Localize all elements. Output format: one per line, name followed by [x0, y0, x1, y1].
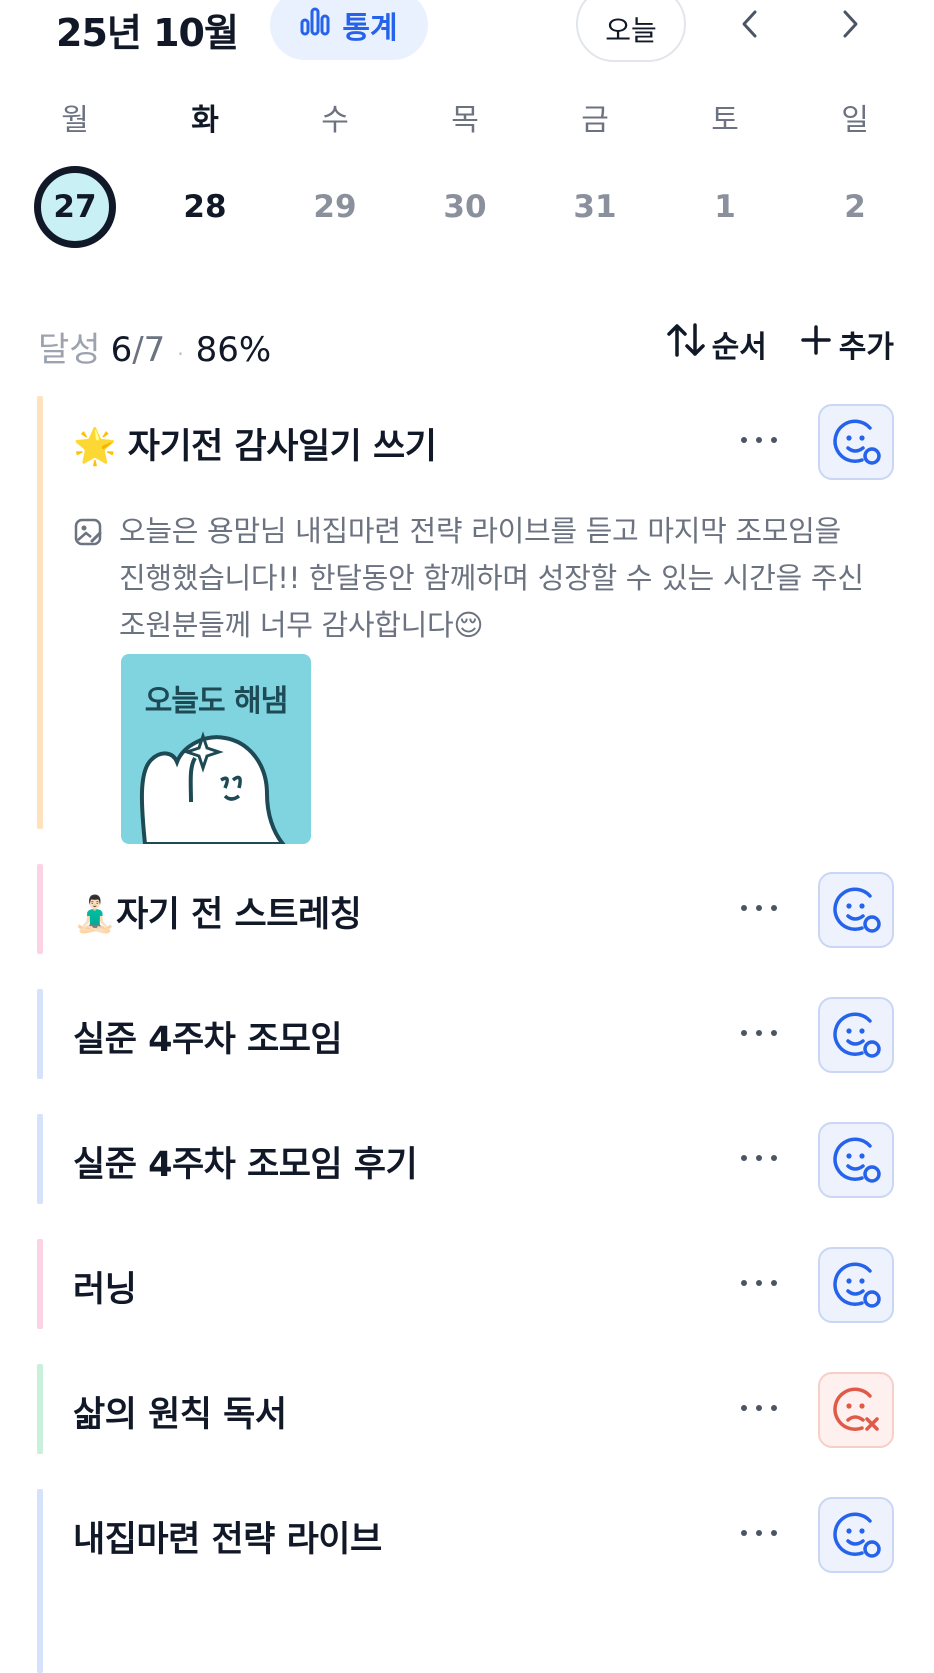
habit-title: 실준 4주차 조모임 후기: [73, 1145, 418, 1185]
list-toolbar: 순서 추가: [666, 322, 894, 366]
chart-bar-icon: [300, 6, 330, 44]
more-button[interactable]: [741, 1148, 791, 1168]
habit-item[interactable]: 🌟 자기전 감사일기 쓰기 오늘은 용맘님 내집마련 전략 라이브를 듣고 마지…: [37, 396, 897, 844]
chevron-left-icon: [738, 9, 762, 43]
more-button[interactable]: [741, 898, 791, 918]
more-button[interactable]: [741, 430, 791, 450]
habit-note: 오늘은 용맘님 내집마련 전략 라이브를 듣고 마지막 조모임을 진행했습니다!…: [73, 508, 873, 649]
character-illustration: [139, 731, 286, 844]
weekday-label: 토: [711, 103, 739, 138]
habit-color-bar: [37, 864, 43, 954]
add-button[interactable]: 추가: [799, 322, 894, 366]
today-button[interactable]: 오늘: [576, 0, 686, 62]
prev-week-button[interactable]: [728, 4, 772, 48]
status-done-button[interactable]: [818, 1122, 894, 1198]
achievement-summary: 달성 6 /7 · 86%: [38, 322, 271, 371]
habit-color-bar: [37, 396, 43, 829]
habit-color-bar: [37, 1364, 43, 1454]
habit-item[interactable]: 실준 4주차 조모임: [37, 989, 897, 1079]
status-done-button[interactable]: [818, 1497, 894, 1573]
achievement-percent: 86%: [195, 330, 272, 370]
date-cell[interactable]: 30: [424, 166, 506, 248]
next-week-button[interactable]: [828, 4, 872, 48]
date-selected[interactable]: 27: [34, 166, 116, 248]
sort-icon: [666, 322, 706, 366]
habit-item[interactable]: 🧘🏻‍♂️자기 전 스트레칭: [37, 864, 897, 954]
photo-note-icon: [73, 516, 105, 649]
habit-title: 내집마련 전략 라이브: [73, 1520, 382, 1560]
status-done-button[interactable]: [818, 1247, 894, 1323]
stats-button[interactable]: 통계: [270, 0, 428, 60]
achievement-label: 달성: [38, 330, 101, 370]
achievement-total: /7: [132, 330, 166, 370]
date-cell[interactable]: 2: [814, 166, 896, 248]
habit-note-text: 오늘은 용맘님 내집마련 전략 라이브를 듣고 마지막 조모임을 진행했습니다!…: [119, 514, 864, 642]
smile-check-icon: [833, 419, 881, 465]
habit-title: 러닝: [73, 1270, 137, 1310]
habit-color-bar: [37, 989, 43, 1079]
date-cell[interactable]: 28: [164, 166, 246, 248]
habit-title: 삶의 원칙 독서: [73, 1395, 287, 1435]
add-label: 추가: [838, 330, 894, 365]
stats-label: 통계: [342, 11, 398, 46]
habit-title: 🧘🏻‍♂️자기 전 스트레칭: [73, 895, 362, 935]
date-cell[interactable]: 31: [554, 166, 636, 248]
smile-check-icon: [833, 1262, 881, 1308]
order-label: 순서: [711, 330, 767, 365]
habit-color-bar: [37, 1489, 43, 1673]
chevron-right-icon: [838, 9, 862, 43]
order-button[interactable]: 순서: [666, 322, 767, 366]
status-failed-button[interactable]: [818, 1372, 894, 1448]
more-button[interactable]: [741, 1023, 791, 1043]
weekday-label: 수: [321, 103, 349, 138]
week-strip: 월 화 수 목 금 토 일 27 28 29 30 31 1 2: [10, 92, 920, 250]
more-button[interactable]: [741, 1273, 791, 1293]
habit-item[interactable]: 내집마련 전략 라이브: [37, 1489, 897, 1673]
more-button[interactable]: [741, 1523, 791, 1543]
habit-color-bar: [37, 1114, 43, 1204]
status-done-button[interactable]: [818, 404, 894, 480]
smile-check-icon: [833, 1512, 881, 1558]
weekday-label: 일: [841, 103, 869, 138]
weekday-label: 금: [581, 103, 609, 138]
habit-title: 실준 4주차 조모임: [73, 1020, 343, 1060]
habit-color-bar: [37, 1239, 43, 1329]
smile-check-icon: [833, 1137, 881, 1183]
summary-separator: ·: [177, 342, 184, 366]
weekday-label: 월: [61, 103, 89, 138]
weekday-label: 화: [191, 103, 219, 138]
status-done-button[interactable]: [818, 997, 894, 1073]
plus-icon: [799, 323, 833, 365]
habit-item[interactable]: 삶의 원칙 독서: [37, 1364, 897, 1454]
status-done-button[interactable]: [818, 872, 894, 948]
smile-check-icon: [833, 1012, 881, 1058]
more-icon: [741, 437, 747, 443]
date-cell[interactable]: 1: [684, 166, 766, 248]
habit-photo[interactable]: 오늘도 해냄: [121, 654, 311, 844]
weekday-label: 목: [451, 103, 479, 138]
achievement-done: 6: [110, 330, 133, 370]
date-cell[interactable]: 29: [294, 166, 376, 248]
more-button[interactable]: [741, 1398, 791, 1418]
habit-title: 🌟 자기전 감사일기 쓰기: [73, 427, 437, 467]
habit-item[interactable]: 실준 4주차 조모임 후기: [37, 1114, 897, 1204]
habit-item[interactable]: 러닝: [37, 1239, 897, 1329]
month-title[interactable]: 25년 10월: [56, 2, 239, 57]
calendar-header: 25년 10월 통계 오늘: [0, 0, 934, 70]
sad-x-icon: [833, 1387, 879, 1431]
smile-check-icon: [833, 887, 881, 933]
